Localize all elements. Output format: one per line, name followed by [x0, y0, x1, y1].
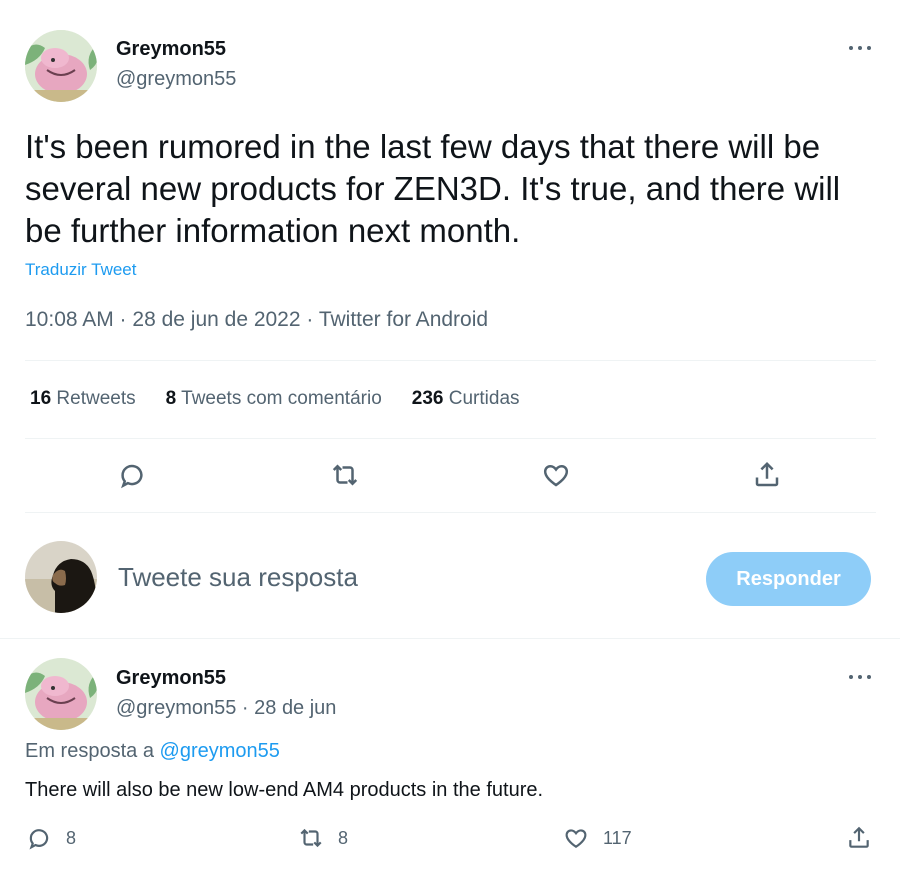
- reply-more-options-icon[interactable]: [846, 667, 874, 687]
- share-icon: [849, 826, 869, 848]
- reply-icon: [29, 829, 49, 850]
- retweet-icon[interactable]: [327, 457, 363, 493]
- tweet-meta: 10:08 AM · 28 de jun de 2022 · Twitter f…: [25, 308, 489, 331]
- reply-retweet-action[interactable]: 8: [298, 825, 348, 851]
- reply-retweets-count: 8: [338, 827, 349, 848]
- reply-replies-count: 8: [66, 827, 77, 848]
- share-icon[interactable]: [749, 457, 785, 493]
- reply-input[interactable]: Tweete sua resposta: [118, 562, 358, 593]
- likes-stat[interactable]: 236 Curtidas: [412, 388, 520, 410]
- reply-to-line: Em resposta a @greymon55: [25, 740, 280, 763]
- divider: [25, 512, 876, 513]
- reply-likes-count: 117: [603, 827, 632, 848]
- reply-like-action[interactable]: 117: [563, 825, 632, 851]
- user-avatar[interactable]: [25, 541, 97, 613]
- reply-share-action[interactable]: [846, 825, 872, 851]
- like-icon: [565, 829, 587, 848]
- like-icon[interactable]: [538, 457, 574, 493]
- retweets-stat[interactable]: 16 Retweets: [30, 388, 136, 410]
- retweet-icon: [300, 828, 322, 848]
- reply-to-prefix: Em resposta a: [25, 740, 154, 762]
- reply-to-handle-link[interactable]: @greymon55: [160, 740, 280, 762]
- divider: [25, 438, 876, 439]
- divider: [0, 638, 900, 639]
- likes-label: Curtidas: [448, 388, 520, 409]
- reply-button[interactable]: Responder: [706, 552, 871, 606]
- quotes-stat[interactable]: 8 Tweets com comentário: [166, 388, 382, 410]
- tweet-stats: 16 Retweets 8 Tweets com comentário 236 …: [30, 388, 520, 410]
- translate-tweet-link[interactable]: Traduzir Tweet: [25, 260, 137, 280]
- more-options-icon[interactable]: [846, 38, 874, 58]
- reply-text: There will also be new low-end AM4 produ…: [25, 779, 544, 801]
- divider: [25, 360, 876, 361]
- retweets-count: 16: [30, 388, 52, 409]
- reply-comment-action[interactable]: 8: [26, 825, 76, 851]
- author-handle[interactable]: @greymon55: [116, 68, 236, 91]
- author-name[interactable]: Greymon55: [116, 38, 226, 61]
- quotes-label: Tweets com comentário: [181, 388, 382, 409]
- reply-author-handle-date[interactable]: @greymon55 · 28 de jun: [116, 697, 336, 720]
- quotes-count: 8: [165, 388, 177, 409]
- reply-icon[interactable]: [114, 457, 150, 493]
- reply-author-avatar[interactable]: [25, 658, 97, 730]
- author-avatar[interactable]: [25, 30, 97, 102]
- retweets-label: Retweets: [56, 388, 136, 409]
- tweet-text: It's been rumored in the last few days t…: [25, 128, 841, 249]
- reply-author-name[interactable]: Greymon55: [116, 667, 226, 690]
- likes-count: 236: [411, 388, 444, 409]
